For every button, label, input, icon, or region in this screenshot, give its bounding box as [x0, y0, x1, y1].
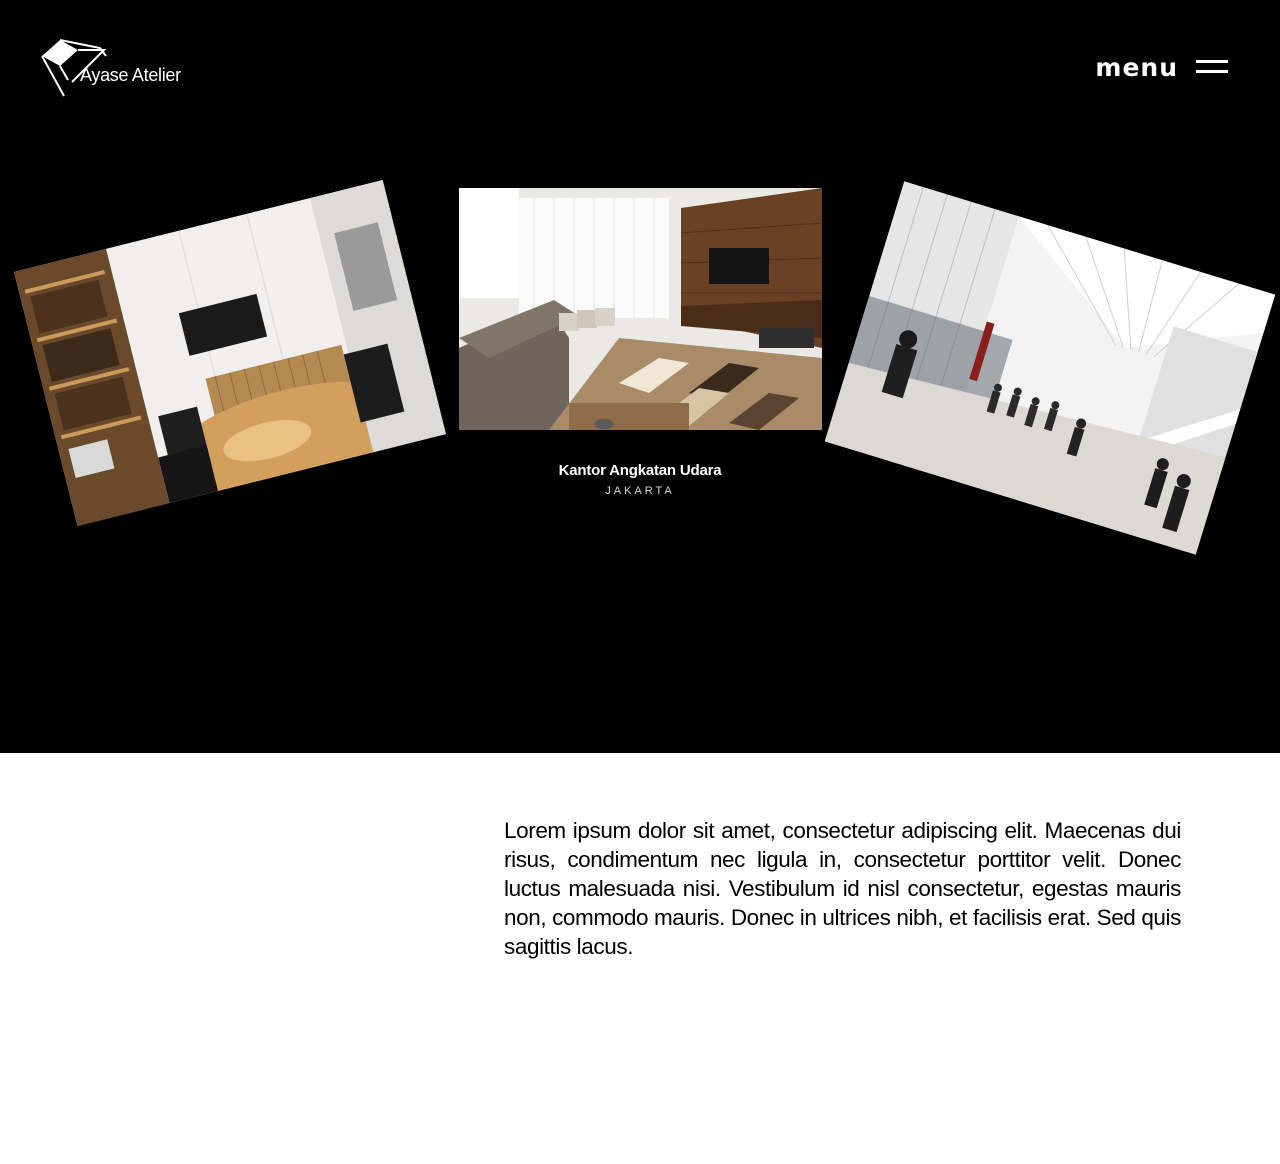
meeting-room-photo [13, 179, 447, 527]
hero-section: Ayase Atelier menu Kantor Angkatan Udara… [0, 0, 1280, 753]
intro-section: Lorem ipsum dolor sit amet, consectetur … [0, 753, 1280, 1164]
living-room-photo [459, 188, 822, 430]
menu-label: menu [1095, 52, 1178, 82]
slide-living-room[interactable] [459, 188, 822, 430]
slide-atrium[interactable] [824, 181, 1276, 555]
project-title: Kantor Angkatan Udara [558, 462, 722, 479]
atrium-hall-photo [824, 181, 1276, 555]
logo-text: Ayase Atelier [80, 65, 181, 85]
menu-button[interactable]: menu [1095, 52, 1228, 82]
slide-caption: Kantor Angkatan Udara JAKARTA [440, 462, 840, 497]
slide-meeting-room[interactable] [13, 179, 447, 527]
intro-paragraph: Lorem ipsum dolor sit amet, consectetur … [504, 817, 1181, 959]
project-location: JAKARTA [605, 485, 675, 497]
site-logo[interactable]: Ayase Atelier [38, 36, 198, 100]
hamburger-icon [1196, 60, 1228, 74]
